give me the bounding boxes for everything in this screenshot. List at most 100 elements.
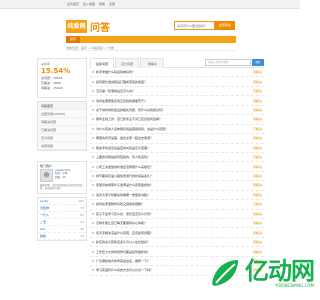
bullet-icon (92, 71, 94, 74)
question-row[interactable]: 上面的问题是如何回答的，有人知道吗？ 已解决 (90, 153, 264, 163)
question-row[interactable]: 孩子不爱学习怎么办，家长应该怎么引导？ 待解决 (90, 210, 264, 219)
watermark-logo: 亿动网 YIDONGWANG.COM (208, 257, 315, 288)
header: 纯爱网 问答 搜索答案 (0, 9, 300, 36)
bullet-icon (92, 99, 94, 102)
question-status: 待解决 (252, 230, 262, 235)
question-row[interactable]: 新买的房子装修完多久可以入住比较好？ 待解决 (90, 238, 264, 248)
top-link[interactable]: 帮助 (99, 0, 105, 8)
question-title[interactable]: 新手学做什么菜最简单好吃？ (96, 70, 251, 74)
question-row[interactable]: 冬天手脚冰凉是什么原因，应该如何调理？ 待解决 (90, 228, 264, 238)
keyword-input[interactable]: 请输入关键字搜索 (205, 59, 251, 66)
category-item[interactable]: 高分问题 (38, 134, 86, 142)
category-item[interactable]: 关闭问题 (38, 142, 86, 150)
question-status: 待解决 (252, 174, 262, 179)
question-row[interactable]: 刚毕业找工作，自己的专业不对口应该如何选择？ 待解决 (90, 115, 264, 125)
question-title[interactable]: 冬天手脚冰凉是什么原因，应该如何调理？ (96, 231, 251, 235)
question-row[interactable]: 为什么有的人身体很好但是容易感冒，这是什么原因？ 已解决 (90, 125, 264, 135)
question-row[interactable]: 哪里的风景最美，适合全家一起出去旅游？ 待解决 (90, 134, 264, 144)
question-status: 已解决 (252, 89, 262, 94)
search-input[interactable] (174, 21, 215, 30)
question-row[interactable]: 关于城市绿化建设的相关问题，有什么好的建议吗？ 待解决 (90, 106, 264, 116)
top-link[interactable]: 加入收藏 (83, 0, 95, 8)
question-row[interactable]: 如何在家里制作好吃又健康的蛋糕？ 已解决 (90, 200, 264, 210)
question-status: 待解决 (252, 145, 262, 150)
rate-value: 15.54% (41, 67, 71, 75)
keyword-search-button[interactable]: 搜索 (252, 59, 264, 66)
question-status: 待解决 (252, 98, 262, 103)
question-title[interactable]: 公司工资发放的标准应该按照什么来规定？ (96, 165, 251, 169)
bullet-icon (92, 259, 94, 262)
question-status: 待解决 (252, 107, 262, 112)
bullet-icon (92, 212, 94, 215)
category-item[interactable]: 待解决问题 (38, 118, 86, 126)
question-title[interactable]: 我的手机最近总是自动关机是怎么回事？ (96, 146, 251, 150)
question-title[interactable]: 家里养的绿萝叶子发黄是什么原因造成的？ (96, 183, 251, 187)
category-item[interactable]: 已解决问题 (38, 126, 86, 134)
question-row[interactable]: 五月第一轮落榜后该怎么办？ 已解决 (90, 87, 264, 97)
question-panel: 最新问题 高分问题 待解决 请输入关键字搜索 搜索 新手学做什么菜最简单好吃？待… (90, 58, 264, 276)
stat-solved: 已解决：2880 (41, 81, 61, 85)
category-list: 问答首页 全部问题(25626) 待解决问题 已解决问题 高分问题 关闭问题 (37, 101, 87, 151)
rank-item[interactable]: 二老 59 (38, 219, 86, 226)
site-logo[interactable]: 纯爱网 问答 (66, 19, 110, 34)
rank-item[interactable]: pedly 160 (38, 198, 86, 205)
question-title[interactable]: 工作压力大的时候你们都是如何放松的？ (96, 250, 251, 254)
tab-latest[interactable]: 最新问题 (90, 58, 114, 68)
question-title[interactable]: 为什么有的人身体很好但是容易感冒，这是什么原因？ (96, 127, 251, 131)
watermark-text: 亿动网 (245, 257, 315, 285)
question-status: 已解决 (252, 202, 262, 207)
question-title[interactable]: 如何把长发剪短后打理成漂亮的造型？ (96, 80, 251, 84)
bullet-icon (92, 80, 94, 83)
bullet-icon (92, 175, 94, 178)
category-item[interactable]: 问答首页 (38, 102, 86, 110)
question-row[interactable]: 家里养的绿萝叶子发黄是什么原因造成的？ 待解决 (90, 181, 264, 191)
top-link[interactable]: 注册 (109, 0, 115, 8)
question-status: 待解决 (252, 221, 262, 226)
question-title[interactable]: 怎样才能让自己每天都保持好心情呢？ (96, 221, 251, 225)
tab-high-score[interactable]: 高分问题 (115, 58, 139, 68)
question-title[interactable]: 春节期间高速公路免费通行的时间是多久？ (96, 174, 251, 178)
question-title[interactable]: 请问在哪里能买到正宗的新疆葡萄干？ (96, 99, 251, 103)
stat-pending: 待解决：15644 (41, 86, 63, 90)
question-title[interactable]: 孩子不爱学习怎么办，家长应该怎么引导？ (96, 212, 251, 216)
category-item[interactable]: 全部问题(25626) (38, 110, 86, 118)
bullet-icon (92, 184, 94, 187)
top-link[interactable]: 设为首页 (67, 0, 79, 8)
rank-item[interactable]: ww 39 (38, 226, 86, 233)
question-row[interactable]: 请问大家平时都喜欢看哪一类型的书籍？ 待解决 (90, 191, 264, 201)
question-status: 待解决 (252, 240, 262, 245)
logo-mark: 纯爱网 (66, 20, 87, 33)
question-title[interactable]: 关于城市绿化建设的相关问题，有什么好的建议吗？ (96, 108, 251, 112)
bullet-icon (92, 222, 94, 225)
nav-item-home[interactable]: 首页 (66, 36, 80, 43)
rank-item[interactable]: 蝴蝶 24 (38, 233, 86, 240)
question-title[interactable]: 请问大家平时都喜欢看哪一类型的书籍？ (96, 193, 251, 197)
question-title[interactable]: 上面的问题是如何回答的，有人知道吗？ (96, 155, 251, 159)
question-title[interactable]: 五月第一轮落榜后该怎么办？ (96, 89, 251, 93)
question-row[interactable]: 新手学做什么菜最简单好吃？ 待解决 (90, 68, 264, 78)
question-row[interactable]: 公司工资发放的标准应该按照什么来规定？ 待解决 (90, 162, 264, 172)
question-row[interactable]: 如何把长发剪短后打理成漂亮的造型？ 待解决 (90, 77, 264, 87)
question-row[interactable]: 请问在哪里能买到正宗的新疆葡萄干？ 待解决 (90, 96, 264, 106)
question-row[interactable]: 怎样才能让自己每天都保持好心情呢？ 待解决 (90, 219, 264, 229)
tab-pending[interactable]: 待解决 (140, 58, 164, 68)
question-status: 已解决 (252, 126, 262, 131)
question-row[interactable]: 工作压力大的时候你们都是如何放松的？ 待解决 (90, 247, 264, 257)
question-title[interactable]: 哪里的风景最美，适合全家一起出去旅游？ (96, 136, 251, 140)
question-status: 待解决 (252, 211, 262, 216)
question-title[interactable]: 如何在家里制作好吃又健康的蛋糕？ (96, 202, 251, 206)
rank-item[interactable]: 无敌神 78 (38, 205, 86, 212)
question-row[interactable]: 我的手机最近总是自动关机是怎么回事？ 待解决 (90, 144, 264, 153)
top-bar: 设为首页 加入收藏 帮助 注册 (0, 0, 300, 9)
question-status: 待解决 (252, 70, 262, 75)
question-title[interactable]: 新买的房子装修完多久可以入住比较好？ (96, 240, 251, 244)
question-list: 新手学做什么菜最简单好吃？ 待解决 如何把长发剪短后打理成漂亮的造型？ 待解决 五月第一… (90, 68, 264, 276)
stat-total: 总问题：18524 (41, 76, 63, 80)
question-title[interactable]: 刚毕业找工作，自己的专业不对口应该如何选择？ (96, 117, 251, 121)
rank-item[interactable]: 一代人 63 (38, 212, 86, 219)
question-status: 已解决 (252, 155, 262, 160)
avatar[interactable]: ☻ (40, 169, 53, 182)
user-latest: 最新回答：如何快速提高自己的生活品质，养成良好习惯... (40, 184, 83, 191)
question-row[interactable]: 春节期间高速公路免费通行的时间是多久？ 待解决 (90, 172, 264, 182)
search-button[interactable]: 搜索答案 (215, 21, 235, 30)
